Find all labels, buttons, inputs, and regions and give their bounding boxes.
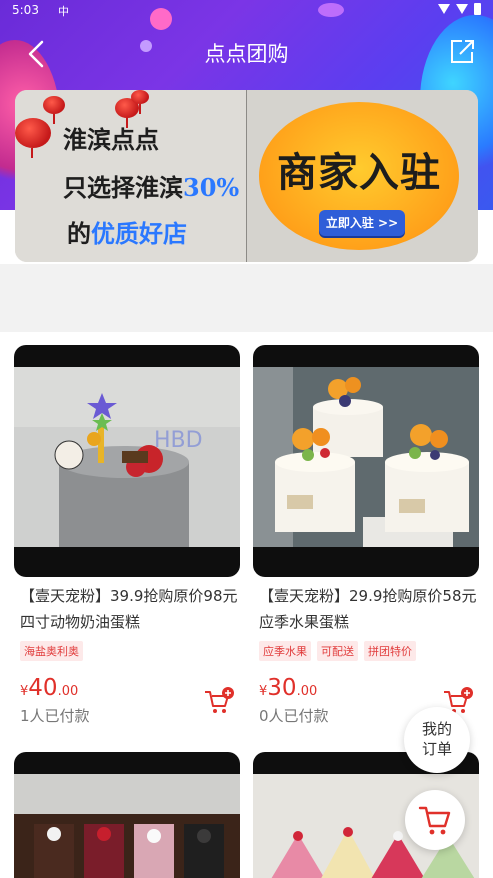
banner-line2-highlight: 30% [183,173,240,202]
share-icon [451,40,474,63]
product-tags: 应季水果 可配送 拼团特价 [259,641,416,661]
sold-count: 1人已付款 [20,707,90,725]
banner-line3-highlight: 优质好店 [91,219,187,248]
banner-left-panel: 淮滨点点 只选择淮滨30% 的优质好店 [15,90,247,262]
product-tag: 海盐奥利奥 [20,641,83,661]
product-price: ¥40.00 [20,675,78,701]
section-spacer [0,264,493,332]
product-name[interactable]: 【壹天宠粉】29.9抢购原价58元应季水果蛋糕 [259,583,481,635]
banner-line2-text: 只选择淮滨 [63,173,183,202]
product-name[interactable]: 【壹天宠粉】39.9抢购原价98元四寸动物奶油蛋糕 [20,583,242,635]
my-orders-label-line1: 我的 [421,720,452,738]
cake-photo [253,367,479,547]
cart-plus-icon [205,687,234,713]
product-image[interactable] [14,752,240,878]
cake-photo: HBD [14,367,240,547]
status-sim-label: 中 [58,5,69,18]
product-price: ¥30.00 [259,675,317,701]
add-to-cart-button[interactable] [204,687,234,715]
price-decimal: .00 [296,684,318,699]
badge-title: 商家入驻 [277,150,441,196]
price-integer: 40 [28,675,58,701]
my-orders-button[interactable]: 我的 订单 [404,707,470,773]
product-tags: 海盐奥利奥 [20,641,83,661]
status-time: 5:03 [12,3,39,17]
lantern-icon [43,96,65,124]
sold-count: 0人已付款 [259,707,329,725]
signal-icon [456,4,468,14]
banner-line3-text: 的 [67,219,91,248]
my-orders-label-line2: 订单 [421,740,452,758]
product-image[interactable] [253,345,479,577]
svg-text:HBD: HBD [154,428,203,453]
page-title: 点点团购 [204,42,289,66]
banner-line3: 的优质好店 [67,214,187,249]
product-tag: 拼团特价 [364,641,416,661]
status-bar: 5:03 中 [0,0,493,20]
lantern-icon [15,118,51,158]
merchant-join-badge: 商家入驻 立即入驻 >> [259,102,459,250]
banner-line1: 淮滨点点 [63,125,159,154]
share-button[interactable] [448,38,476,66]
cake-photo [14,774,240,878]
join-now-button[interactable]: 立即入驻 >> [319,210,405,236]
price-decimal: .00 [57,684,79,699]
merchant-banner[interactable]: 淮滨点点 只选择淮滨30% 的优质好店 商家入驻 立即入驻 >> [15,90,478,262]
battery-icon [474,3,481,15]
wifi-icon [438,4,450,14]
price-integer: 30 [267,675,297,701]
banner-line2: 只选择淮滨30% [63,168,239,203]
lantern-icon [131,90,149,114]
product-image[interactable]: HBD [14,345,240,577]
product-tag: 应季水果 [259,641,311,661]
status-icons [438,3,481,15]
cart-icon [418,806,451,835]
product-tag: 可配送 [317,641,358,661]
cart-button[interactable] [405,790,465,850]
